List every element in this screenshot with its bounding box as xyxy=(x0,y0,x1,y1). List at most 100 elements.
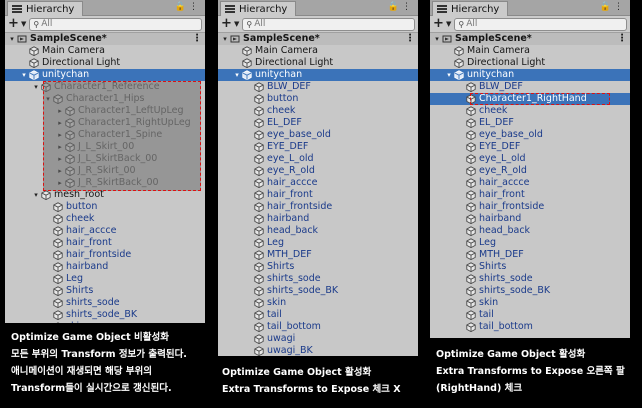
hierarchy-item[interactable]: hairband xyxy=(430,213,630,225)
add-icon[interactable]: + xyxy=(433,17,445,30)
hierarchy-item[interactable]: shirts_sode xyxy=(218,273,418,285)
hierarchy-item[interactable]: shirts_sode_BK xyxy=(5,309,205,321)
hierarchy-item[interactable]: EL_DEF xyxy=(430,117,630,129)
hierarchy-item[interactable]: hair_accce xyxy=(5,225,205,237)
search-input[interactable] xyxy=(41,19,201,29)
add-icon[interactable]: + xyxy=(221,17,233,30)
hierarchy-item[interactable]: Directional Light xyxy=(218,57,418,69)
hierarchy-item[interactable]: BLW_DEF xyxy=(218,81,418,93)
hierarchy-item[interactable]: shirts_sode xyxy=(430,273,630,285)
hierarchy-item[interactable]: cheek xyxy=(430,105,630,117)
hierarchy-item[interactable]: Main Camera xyxy=(430,45,630,57)
hierarchy-item[interactable]: hair_accce xyxy=(430,177,630,189)
hierarchy-item[interactable]: eye_L_old xyxy=(218,153,418,165)
hierarchy-item[interactable]: tail xyxy=(218,309,418,321)
hierarchy-item[interactable]: shirts_sode_BK xyxy=(218,285,418,297)
hierarchy-item[interactable]: hair_front xyxy=(218,189,418,201)
search-field[interactable]: ⚲ xyxy=(29,17,202,31)
hierarchy-item[interactable]: EL_DEF xyxy=(218,117,418,129)
expand-arrow-icon[interactable]: ▾ xyxy=(32,189,40,201)
hierarchy-item[interactable]: hair_frontside xyxy=(218,201,418,213)
hierarchy-tab-label: Hierarchy xyxy=(451,3,500,15)
hierarchy-item[interactable]: cheek xyxy=(5,213,205,225)
hierarchy-item[interactable]: eye_L_old xyxy=(430,153,630,165)
expand-arrow-icon[interactable]: ▾ xyxy=(20,69,28,81)
hierarchy-tab[interactable]: Hierarchy xyxy=(432,1,509,16)
hierarchy-item[interactable]: cheek xyxy=(218,105,418,117)
hierarchy-item[interactable]: Leg xyxy=(218,237,418,249)
scene-icon xyxy=(442,34,452,44)
hierarchy-item[interactable]: EYE_DEF xyxy=(218,141,418,153)
more-menu-icon[interactable]: ⋮ xyxy=(405,33,415,45)
hierarchy-item[interactable]: tail_bottom xyxy=(218,321,418,333)
caption-panel-2: Optimize Game Object 활성화 Extra Transform… xyxy=(222,364,401,398)
search-input[interactable] xyxy=(254,19,414,29)
hierarchy-item[interactable]: shirts_sode_BK xyxy=(430,285,630,297)
chevron-down-icon[interactable]: ▼ xyxy=(234,20,239,28)
hierarchy-item[interactable]: hair_accce xyxy=(218,177,418,189)
hierarchy-item[interactable]: eye_R_old xyxy=(430,165,630,177)
hierarchy-item[interactable]: skin xyxy=(5,321,205,323)
hierarchy-item[interactable]: button xyxy=(5,201,205,213)
hierarchy-item[interactable]: head_back xyxy=(430,225,630,237)
hierarchy-item[interactable]: Leg xyxy=(5,273,205,285)
hierarchy-item[interactable]: skin xyxy=(218,297,418,309)
hierarchy-item[interactable]: Directional Light xyxy=(5,57,205,69)
expand-arrow-icon[interactable]: ▾ xyxy=(445,69,453,81)
hierarchy-item[interactable]: hairband xyxy=(5,261,205,273)
expand-arrow-icon[interactable]: ▾ xyxy=(8,33,16,45)
hierarchy-item[interactable]: Shirts xyxy=(5,285,205,297)
hierarchy-item[interactable]: Directional Light xyxy=(430,57,630,69)
hierarchy-tab[interactable]: Hierarchy xyxy=(7,1,84,16)
hierarchy-item[interactable]: eye_base_old xyxy=(430,129,630,141)
hierarchy-item[interactable]: eye_R_old xyxy=(218,165,418,177)
hierarchy-item[interactable]: ▾ unitychan xyxy=(430,69,630,81)
expand-arrow-icon[interactable]: ▾ xyxy=(233,69,241,81)
hierarchy-item[interactable]: button xyxy=(218,93,418,105)
hierarchy-item[interactable]: hairband xyxy=(218,213,418,225)
expand-arrow-icon[interactable]: ▾ xyxy=(32,81,40,93)
scene-row[interactable]: ▾ SampleScene* ⋮ xyxy=(430,33,630,45)
search-input[interactable] xyxy=(466,19,626,29)
hierarchy-item[interactable]: MTH_DEF xyxy=(430,249,630,261)
chevron-down-icon[interactable]: ▼ xyxy=(446,20,451,28)
hierarchy-item[interactable]: hair_front xyxy=(430,189,630,201)
hierarchy-item[interactable]: head_back xyxy=(218,225,418,237)
hierarchy-item[interactable]: tail xyxy=(430,309,630,321)
hierarchy-item[interactable]: hair_front xyxy=(5,237,205,249)
lock-and-menu-icon[interactable]: 🔒⋮ xyxy=(600,2,626,12)
search-field[interactable]: ⚲ xyxy=(454,17,627,31)
item-label: eye_base_old xyxy=(479,129,543,140)
hierarchy-item[interactable]: hair_frontside xyxy=(430,201,630,213)
expand-arrow-icon[interactable]: ▾ xyxy=(221,33,229,45)
hierarchy-item[interactable]: BLW_DEF xyxy=(430,81,630,93)
chevron-down-icon[interactable]: ▼ xyxy=(21,20,26,28)
scene-row[interactable]: ▾ SampleScene* ⋮ xyxy=(5,33,205,45)
hierarchy-item[interactable]: uwagi_BK xyxy=(218,345,418,356)
lock-and-menu-icon[interactable]: 🔒⋮ xyxy=(175,2,201,12)
hierarchy-item[interactable]: skin xyxy=(430,297,630,309)
hierarchy-item[interactable]: tail_bottom xyxy=(430,321,630,333)
hierarchy-item[interactable]: eye_base_old xyxy=(218,129,418,141)
hierarchy-item[interactable]: EYE_DEF xyxy=(430,141,630,153)
hierarchy-item[interactable]: Leg xyxy=(430,237,630,249)
hierarchy-item[interactable]: ▾ unitychan xyxy=(5,69,205,81)
expand-arrow-icon[interactable]: ▾ xyxy=(433,33,441,45)
hierarchy-item[interactable]: Main Camera xyxy=(5,45,205,57)
hierarchy-item[interactable]: Shirts xyxy=(430,261,630,273)
hierarchy-item[interactable]: uwagi xyxy=(218,333,418,345)
hierarchy-tab[interactable]: Hierarchy xyxy=(220,1,297,16)
hierarchy-item[interactable]: hair_frontside xyxy=(5,249,205,261)
hierarchy-item[interactable]: Shirts xyxy=(218,261,418,273)
scene-row[interactable]: ▾ SampleScene* ⋮ xyxy=(218,33,418,45)
item-label: hair_accce xyxy=(66,225,117,236)
hierarchy-item[interactable]: ▾ unitychan xyxy=(218,69,418,81)
hierarchy-item[interactable]: shirts_sode xyxy=(5,297,205,309)
add-icon[interactable]: + xyxy=(8,17,20,30)
hierarchy-item[interactable]: Main Camera xyxy=(218,45,418,57)
lock-and-menu-icon[interactable]: 🔒⋮ xyxy=(388,2,414,12)
search-field[interactable]: ⚲ xyxy=(242,17,415,31)
more-menu-icon[interactable]: ⋮ xyxy=(192,33,202,45)
more-menu-icon[interactable]: ⋮ xyxy=(617,33,627,45)
hierarchy-item[interactable]: MTH_DEF xyxy=(218,249,418,261)
